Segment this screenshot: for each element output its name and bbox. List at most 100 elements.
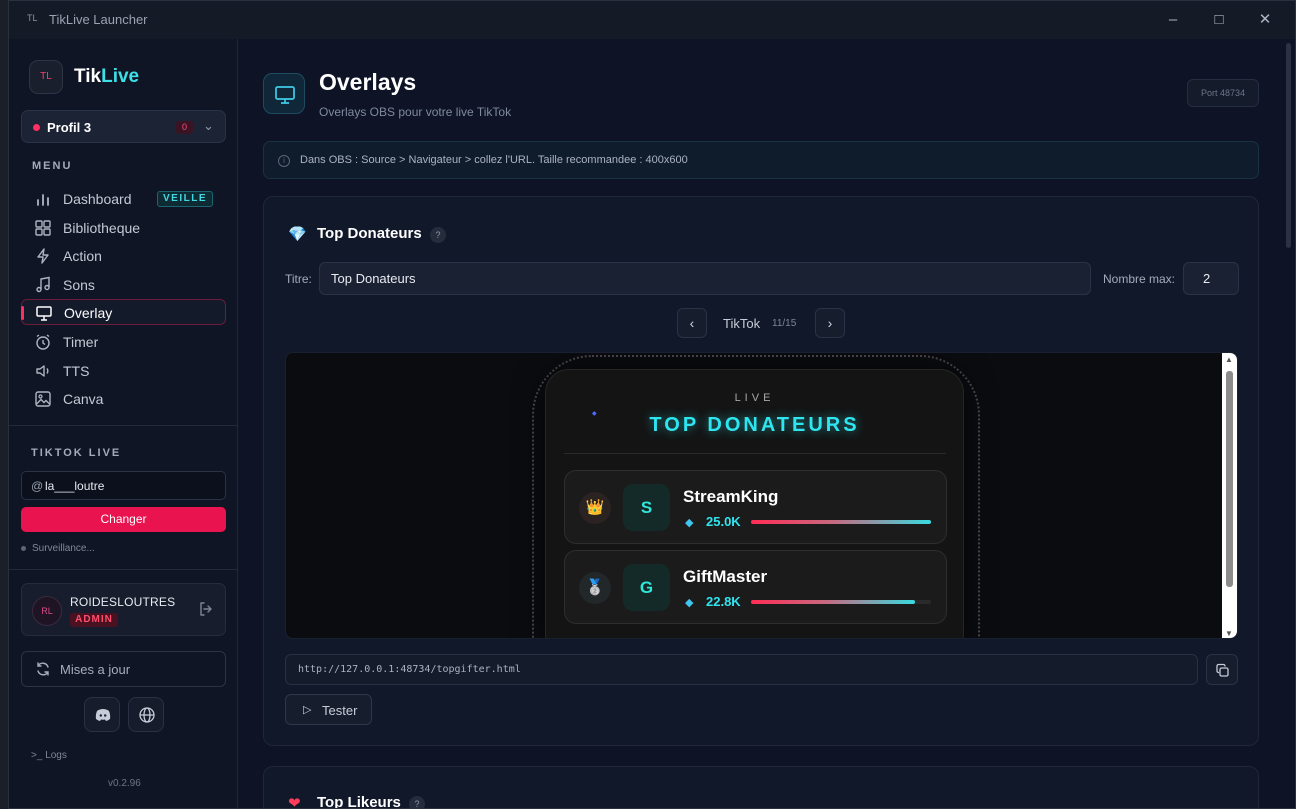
max-count-input[interactable] <box>1183 262 1239 295</box>
chevron-right-icon: › <box>827 315 833 331</box>
username-field: @ <box>21 471 226 500</box>
close-icon[interactable]: ✕ <box>1255 10 1275 30</box>
logs-label: Logs <box>45 750 67 761</box>
discord-button[interactable] <box>84 697 120 732</box>
theme-index: 11/15 <box>772 318 797 329</box>
medal-icon: 🥈 <box>579 572 611 604</box>
app-logo-text: TikLive <box>74 66 139 88</box>
app-icon: TL <box>27 13 38 23</box>
sidebar-item-label: TTS <box>63 363 90 379</box>
logo-accent: Live <box>101 66 140 87</box>
titre-input[interactable] <box>319 262 1091 295</box>
music-icon <box>36 276 50 293</box>
test-button[interactable]: ▷ Tester <box>285 694 372 725</box>
user-name: ROIDESLOUTRES <box>70 595 176 609</box>
logout-icon[interactable] <box>198 601 214 617</box>
image-icon <box>35 391 51 407</box>
overlay-preview: ◆ LIVE TOP DONATEURS 👑 S StreamKing ◆ 25… <box>285 352 1238 639</box>
chevron-left-icon: ‹ <box>689 315 695 331</box>
preview-scroll-thumb[interactable] <box>1226 371 1233 587</box>
max-count-label: Nombre max: <box>1103 272 1176 286</box>
profile-count-badge: 0 <box>176 121 193 134</box>
change-username-button[interactable]: Changer <box>21 507 226 532</box>
sidebar-item-canva[interactable]: Canva <box>21 386 226 412</box>
bar-chart-icon <box>37 194 49 206</box>
minimize-icon[interactable]: – <box>1163 10 1183 30</box>
sidebar-item-label: Dashboard <box>63 191 132 207</box>
main-scrollbar[interactable] <box>1279 39 1295 808</box>
scroll-down-icon[interactable]: ▼ <box>1225 629 1233 638</box>
widget-divider <box>564 453 946 454</box>
discord-icon <box>95 709 111 721</box>
at-prefix: @ <box>31 479 44 493</box>
diamond-icon: ◆ <box>685 517 694 529</box>
sidebar-item-action[interactable]: Action <box>21 243 226 269</box>
widget-live-label: LIVE <box>734 392 775 404</box>
diamond-icon: ◆ <box>685 597 694 609</box>
gifter-avatar: S <box>623 484 670 531</box>
sidebar: TL TikLive Profil 3 0 ⌄ MENU Dashboard V… <box>9 39 238 808</box>
port-badge: Port 48734 <box>1187 79 1259 107</box>
sidebar-item-tts[interactable]: TTS <box>21 358 226 384</box>
surveillance-status: Surveillance... <box>21 543 95 554</box>
refresh-icon <box>37 662 49 676</box>
version-label: v0.2.96 <box>108 778 141 789</box>
help-icon[interactable]: ? <box>409 796 425 808</box>
info-icon: i <box>278 155 290 167</box>
updates-button[interactable]: Mises a jour <box>21 651 226 687</box>
titre-label: Titre: <box>285 272 312 286</box>
sidebar-item-label: Overlay <box>64 305 113 321</box>
top-donateurs-widget: ◆ LIVE TOP DONATEURS 👑 S StreamKing ◆ 25… <box>545 369 964 638</box>
username-input[interactable] <box>45 477 215 495</box>
sidebar-item-bibliotheque[interactable]: Bibliotheque <box>21 215 226 241</box>
sidebar-item-sons[interactable]: Sons <box>21 272 226 298</box>
preview-scrollbar[interactable]: ▲ ▼ <box>1222 353 1237 638</box>
gifter-row: 👑 S StreamKing ◆ 25.0K <box>564 470 947 544</box>
sidebar-item-label: Canva <box>63 391 104 407</box>
profile-status-dot <box>33 124 40 131</box>
play-icon: ▷ <box>303 704 312 716</box>
sidebar-item-dashboard[interactable]: Dashboard VEILLE <box>21 186 226 212</box>
menu-heading: MENU <box>32 160 73 172</box>
monitor-icon <box>275 86 295 104</box>
next-theme-button[interactable]: › <box>815 308 845 338</box>
copy-url-button[interactable] <box>1206 654 1238 685</box>
gifter-avatar: G <box>623 564 670 611</box>
theme-name: TikTok <box>723 316 761 331</box>
avatar: RL <box>32 596 62 626</box>
tiktok-live-heading: TIKTOK LIVE <box>31 447 122 459</box>
crown-icon: 👑 <box>579 492 611 524</box>
copy-icon <box>1216 663 1229 677</box>
role-badge: ADMIN <box>70 613 118 627</box>
main-scroll-thumb[interactable] <box>1286 43 1291 248</box>
maximize-icon[interactable]: □ <box>1209 10 1229 30</box>
overlay-url-field[interactable] <box>285 654 1198 685</box>
info-banner: i Dans OBS : Source > Navigateur > colle… <box>263 141 1259 179</box>
profile-name: Profil 3 <box>47 120 92 135</box>
diamond-icon: 💎 <box>288 226 307 243</box>
card-title: Top Donateurs <box>317 225 422 242</box>
info-text: Dans OBS : Source > Navigateur > collez … <box>300 154 688 166</box>
monitor-icon <box>36 306 52 321</box>
scroll-up-icon[interactable]: ▲ <box>1225 355 1233 364</box>
logs-link[interactable]: >_ Logs <box>31 750 67 761</box>
titlebar: TL TikLive Launcher – □ ✕ <box>9 1 1295 39</box>
sidebar-item-label: Bibliotheque <box>63 220 141 236</box>
sidebar-item-label: Timer <box>63 334 99 350</box>
gifter-progress-fill <box>751 600 915 604</box>
profile-selector[interactable]: Profil 3 0 ⌄ <box>21 110 226 143</box>
status-text: Surveillance... <box>32 543 95 554</box>
sidebar-item-label: Action <box>63 248 102 264</box>
chevron-right-icon: >_ <box>31 750 46 761</box>
divider <box>9 425 238 426</box>
website-button[interactable] <box>128 697 164 732</box>
sidebar-item-timer[interactable]: Timer <box>21 329 226 355</box>
desktop-background <box>0 0 8 809</box>
main-content: Overlays Overlays OBS pour votre live Ti… <box>238 39 1281 808</box>
page-title: Overlays <box>319 69 417 95</box>
status-badge: VEILLE <box>157 191 213 207</box>
prev-theme-button[interactable]: ‹ <box>677 308 707 338</box>
gifter-name: GiftMaster <box>683 567 768 586</box>
sidebar-item-overlay[interactable]: Overlay <box>21 299 226 325</box>
help-icon[interactable]: ? <box>430 227 446 243</box>
